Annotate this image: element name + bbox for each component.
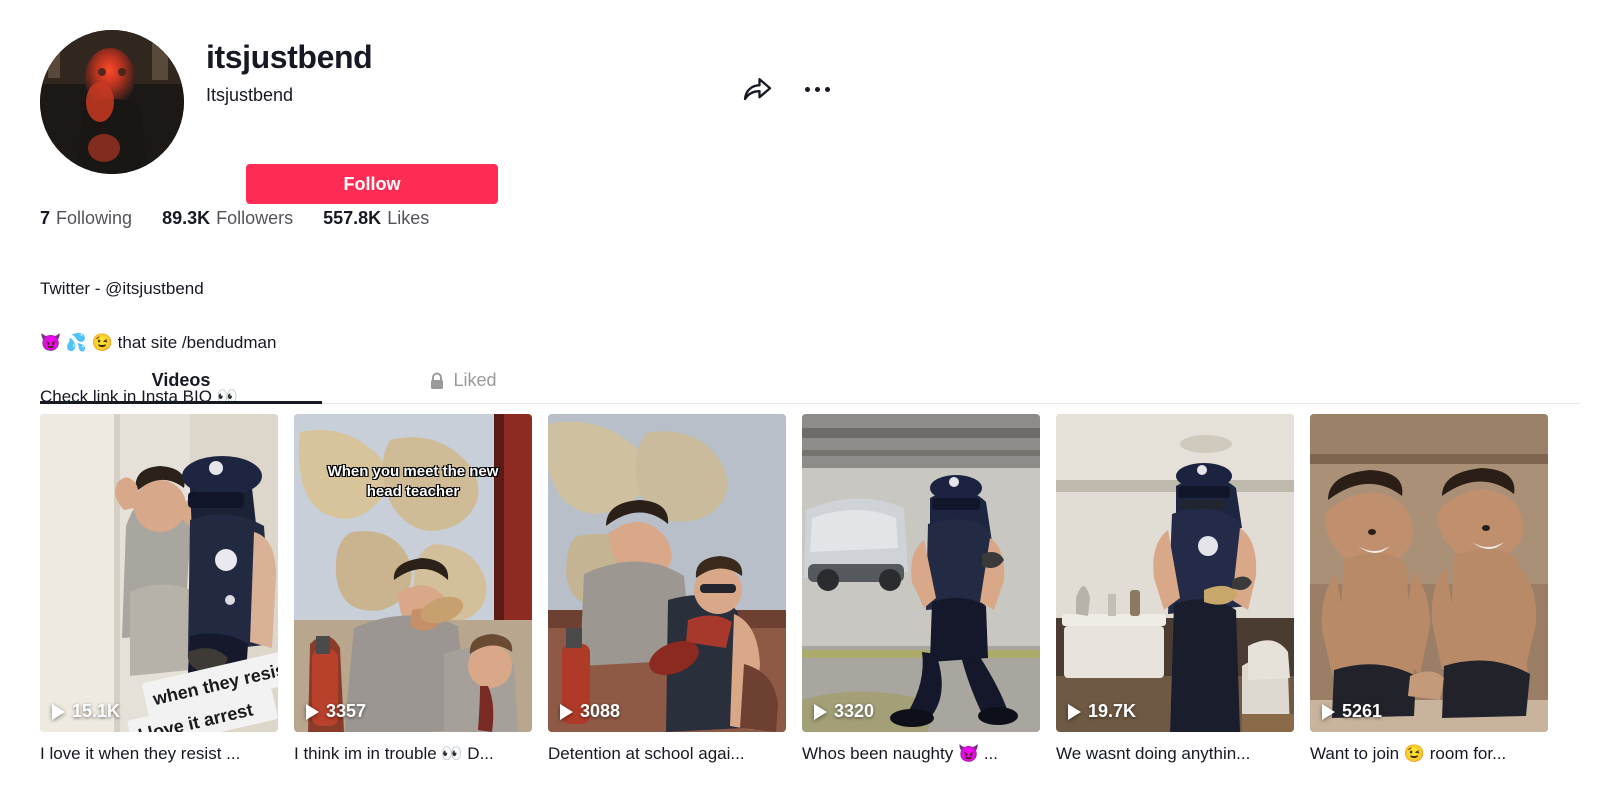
video-card: when they resist I love it arrest 15.1K …	[40, 414, 278, 765]
stat-following[interactable]: 7 Following	[40, 208, 132, 229]
video-card: 5261 Want to join 😉 room for...	[1310, 414, 1548, 765]
video-caption[interactable]: Detention at school agai...	[548, 743, 786, 765]
video-card: 3088 Detention at school agai...	[548, 414, 786, 765]
stat-likes: 557.8K Likes	[323, 208, 429, 229]
video-caption[interactable]: I think im in trouble 👀 D...	[294, 743, 532, 765]
share-arrow-icon[interactable]	[740, 72, 774, 106]
following-count: 7	[40, 208, 51, 228]
video-thumbnail[interactable]: 5261	[1310, 414, 1548, 732]
video-caption[interactable]: I love it when they resist ...	[40, 743, 278, 765]
followers-count: 89.3K	[162, 208, 211, 228]
tab-liked-label: Liked	[453, 370, 497, 390]
tiktok-profile-page: itsjustbend Itsjustbend Follow 7 Followi…	[0, 0, 1621, 803]
bio-line-1: Twitter - @itsjustbend	[40, 279, 204, 298]
profile-header: itsjustbend Itsjustbend Follow	[40, 28, 840, 204]
video-thumbnail[interactable]: When you meet the new head teacher 3357	[294, 414, 532, 732]
video-thumbnail[interactable]: 3088	[548, 414, 786, 732]
video-thumbnail[interactable]: when they resist I love it arrest 15.1K	[40, 414, 278, 732]
tab-videos-label: Videos	[151, 370, 211, 390]
more-options-icon[interactable]	[800, 72, 834, 106]
avatar[interactable]	[40, 30, 184, 174]
likes-count: 557.8K	[323, 208, 382, 228]
followers-label: Followers	[216, 208, 294, 228]
profile-identity: itsjustbend Itsjustbend	[206, 38, 373, 108]
tab-liked[interactable]: Liked	[322, 358, 604, 403]
video-caption[interactable]: Want to join 😉 room for...	[1310, 743, 1548, 765]
bio-line-2: 😈 💦 😉 that site /bendudman	[40, 333, 277, 352]
three-dots	[804, 86, 830, 92]
header-actions	[740, 72, 834, 106]
video-grid: when they resist I love it arrest 15.1K …	[40, 414, 1581, 765]
lock-icon	[429, 372, 445, 390]
profile-bio: Twitter - @itsjustbend 😈 💦 😉 that site /…	[40, 248, 740, 437]
profile-username: itsjustbend	[206, 39, 373, 75]
video-caption[interactable]: Whos been naughty 😈 ...	[802, 743, 1040, 765]
follow-button[interactable]: Follow	[246, 164, 498, 204]
stat-followers[interactable]: 89.3K Followers	[162, 208, 293, 229]
video-caption[interactable]: We wasnt doing anythin...	[1056, 743, 1294, 765]
video-thumbnail[interactable]: 3320	[802, 414, 1040, 732]
video-card: 3320 Whos been naughty 😈 ...	[802, 414, 1040, 765]
following-label: Following	[56, 208, 133, 228]
video-thumbnail[interactable]: 19.7K	[1056, 414, 1294, 732]
profile-nickname: Itsjustbend	[206, 85, 294, 105]
video-card: When you meet the new head teacher 3357 …	[294, 414, 532, 765]
profile-tabs: Videos Liked	[40, 358, 1581, 404]
likes-label: Likes	[387, 208, 430, 228]
tab-videos[interactable]: Videos	[40, 358, 322, 404]
video-card: 19.7K We wasnt doing anythin...	[1056, 414, 1294, 765]
profile-stats: 7 Following 89.3K Followers 557.8K Likes	[40, 208, 459, 229]
